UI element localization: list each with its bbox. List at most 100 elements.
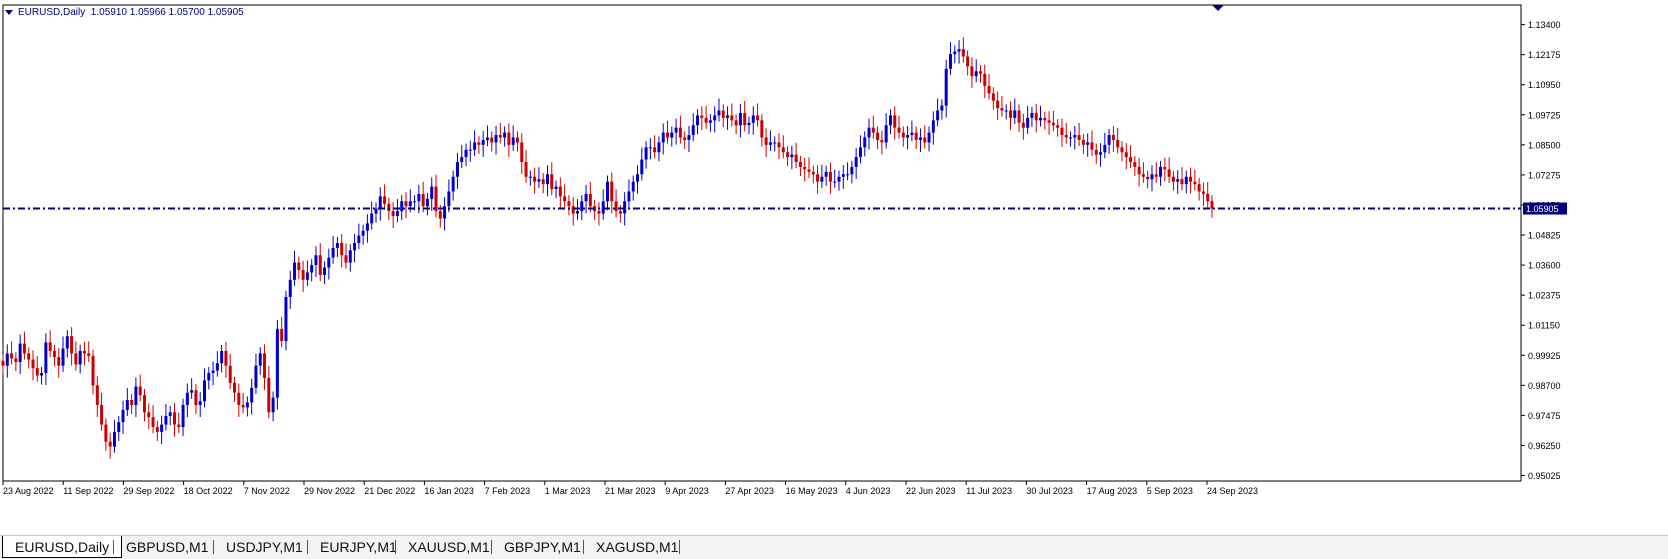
candle-body[interactable]: [100, 404, 104, 425]
candle-body[interactable]: [897, 127, 901, 133]
candle-body[interactable]: [828, 171, 832, 182]
candle-body[interactable]: [1107, 135, 1111, 145]
candle-body[interactable]: [323, 267, 327, 275]
candle-body[interactable]: [1129, 157, 1133, 163]
candle-body[interactable]: [220, 350, 224, 364]
candle-body[interactable]: [451, 176, 455, 192]
candle-body[interactable]: [211, 370, 215, 374]
candle-body[interactable]: [168, 412, 172, 416]
candle-body[interactable]: [910, 132, 914, 136]
candle-body[interactable]: [353, 243, 357, 251]
candle-body[interactable]: [1000, 108, 1004, 111]
candle-body[interactable]: [74, 353, 78, 365]
candle-body[interactable]: [142, 395, 146, 413]
candle-body[interactable]: [743, 112, 747, 126]
candle-body[interactable]: [841, 174, 845, 177]
candle-body[interactable]: [1030, 112, 1034, 118]
candle-body[interactable]: [1167, 169, 1171, 177]
tab-gbpjpy-m1[interactable]: GBPJPY,M1: [492, 536, 593, 558]
candle-body[interactable]: [627, 191, 631, 202]
candle-body[interactable]: [52, 350, 56, 358]
candle-body[interactable]: [1184, 176, 1188, 185]
candle-body[interactable]: [515, 137, 519, 143]
tab-xagusd-m1[interactable]: XAGUSD,M1: [584, 536, 690, 558]
candle-body[interactable]: [395, 211, 399, 217]
candle-body[interactable]: [284, 296, 288, 342]
candle-body[interactable]: [1064, 135, 1068, 138]
candle-body[interactable]: [704, 117, 708, 123]
candle-body[interactable]: [1124, 152, 1128, 158]
candle-body[interactable]: [490, 137, 494, 143]
candle-body[interactable]: [871, 127, 875, 133]
candle-body[interactable]: [318, 255, 322, 275]
candle-body[interactable]: [228, 365, 232, 383]
price-chart[interactable]: 1.13400 1.12175 1.10950 1.09725 1.08500 1.072…: [0, 0, 1668, 532]
candle-body[interactable]: [511, 137, 515, 145]
candle-body[interactable]: [112, 431, 116, 447]
candle-body[interactable]: [151, 417, 155, 428]
candle-body[interactable]: [57, 357, 61, 366]
candle-body[interactable]: [61, 348, 65, 366]
candle-body[interactable]: [134, 386, 138, 405]
candle-body[interactable]: [953, 51, 957, 55]
candle-body[interactable]: [1176, 179, 1180, 182]
candle-body[interactable]: [756, 115, 760, 121]
candle-body[interactable]: [837, 176, 841, 182]
candle-body[interactable]: [172, 412, 176, 425]
candle-body[interactable]: [250, 387, 254, 403]
candle-body[interactable]: [130, 400, 134, 405]
candle-body[interactable]: [271, 397, 275, 413]
candle-body[interactable]: [413, 201, 417, 203]
candle-body[interactable]: [245, 402, 249, 408]
candle-body[interactable]: [254, 365, 258, 388]
candle-body[interactable]: [794, 154, 798, 163]
candle-body[interactable]: [87, 353, 91, 356]
candle-body[interactable]: [1150, 174, 1154, 180]
candle-body[interactable]: [618, 211, 622, 214]
candle-body[interactable]: [365, 223, 369, 231]
candle-body[interactable]: [588, 193, 592, 207]
candle-body[interactable]: [503, 132, 507, 138]
candle-body[interactable]: [640, 159, 644, 175]
chart-menu-triangle-icon[interactable]: [5, 10, 13, 15]
candle-body[interactable]: [473, 142, 477, 150]
candle-body[interactable]: [14, 358, 18, 362]
tab-gbpusd-m1[interactable]: GBPUSD,M1: [114, 536, 220, 558]
candle-body[interactable]: [696, 115, 700, 126]
candle-body[interactable]: [104, 424, 108, 442]
candle-body[interactable]: [357, 235, 361, 243]
candle-body[interactable]: [833, 181, 837, 183]
candle-body[interactable]: [1193, 181, 1197, 185]
candle-body[interactable]: [185, 392, 189, 405]
tab-xauusd-m1[interactable]: XAUUSD,M1: [396, 536, 502, 558]
candle-body[interactable]: [344, 255, 348, 263]
candle-body[interactable]: [807, 169, 811, 172]
candle-body[interactable]: [888, 115, 892, 126]
candle-body[interactable]: [614, 201, 618, 212]
candle-body[interactable]: [181, 404, 185, 428]
candle-body[interactable]: [82, 350, 86, 354]
candle-body[interactable]: [884, 125, 888, 143]
candle-body[interactable]: [768, 142, 772, 145]
candle-body[interactable]: [1004, 110, 1008, 112]
candle-body[interactable]: [846, 174, 850, 176]
candle-body[interactable]: [455, 162, 459, 177]
candle-body[interactable]: [687, 135, 691, 140]
candle-body[interactable]: [78, 350, 82, 365]
candle-body[interactable]: [1163, 166, 1167, 170]
candle-body[interactable]: [678, 127, 682, 138]
candle-body[interactable]: [708, 120, 712, 123]
candle-body[interactable]: [524, 162, 528, 177]
candle-body[interactable]: [923, 137, 927, 143]
candle-body[interactable]: [498, 135, 502, 138]
candle-body[interactable]: [1189, 176, 1193, 182]
candle-body[interactable]: [893, 115, 897, 128]
candle-body[interactable]: [777, 142, 781, 148]
candle-body[interactable]: [1051, 122, 1055, 126]
candle-body[interactable]: [974, 71, 978, 77]
candle-body[interactable]: [957, 49, 961, 52]
candle-body[interactable]: [335, 243, 339, 248]
candle-body[interactable]: [438, 211, 442, 219]
candle-body[interactable]: [1159, 166, 1163, 177]
candle-body[interactable]: [674, 127, 678, 133]
